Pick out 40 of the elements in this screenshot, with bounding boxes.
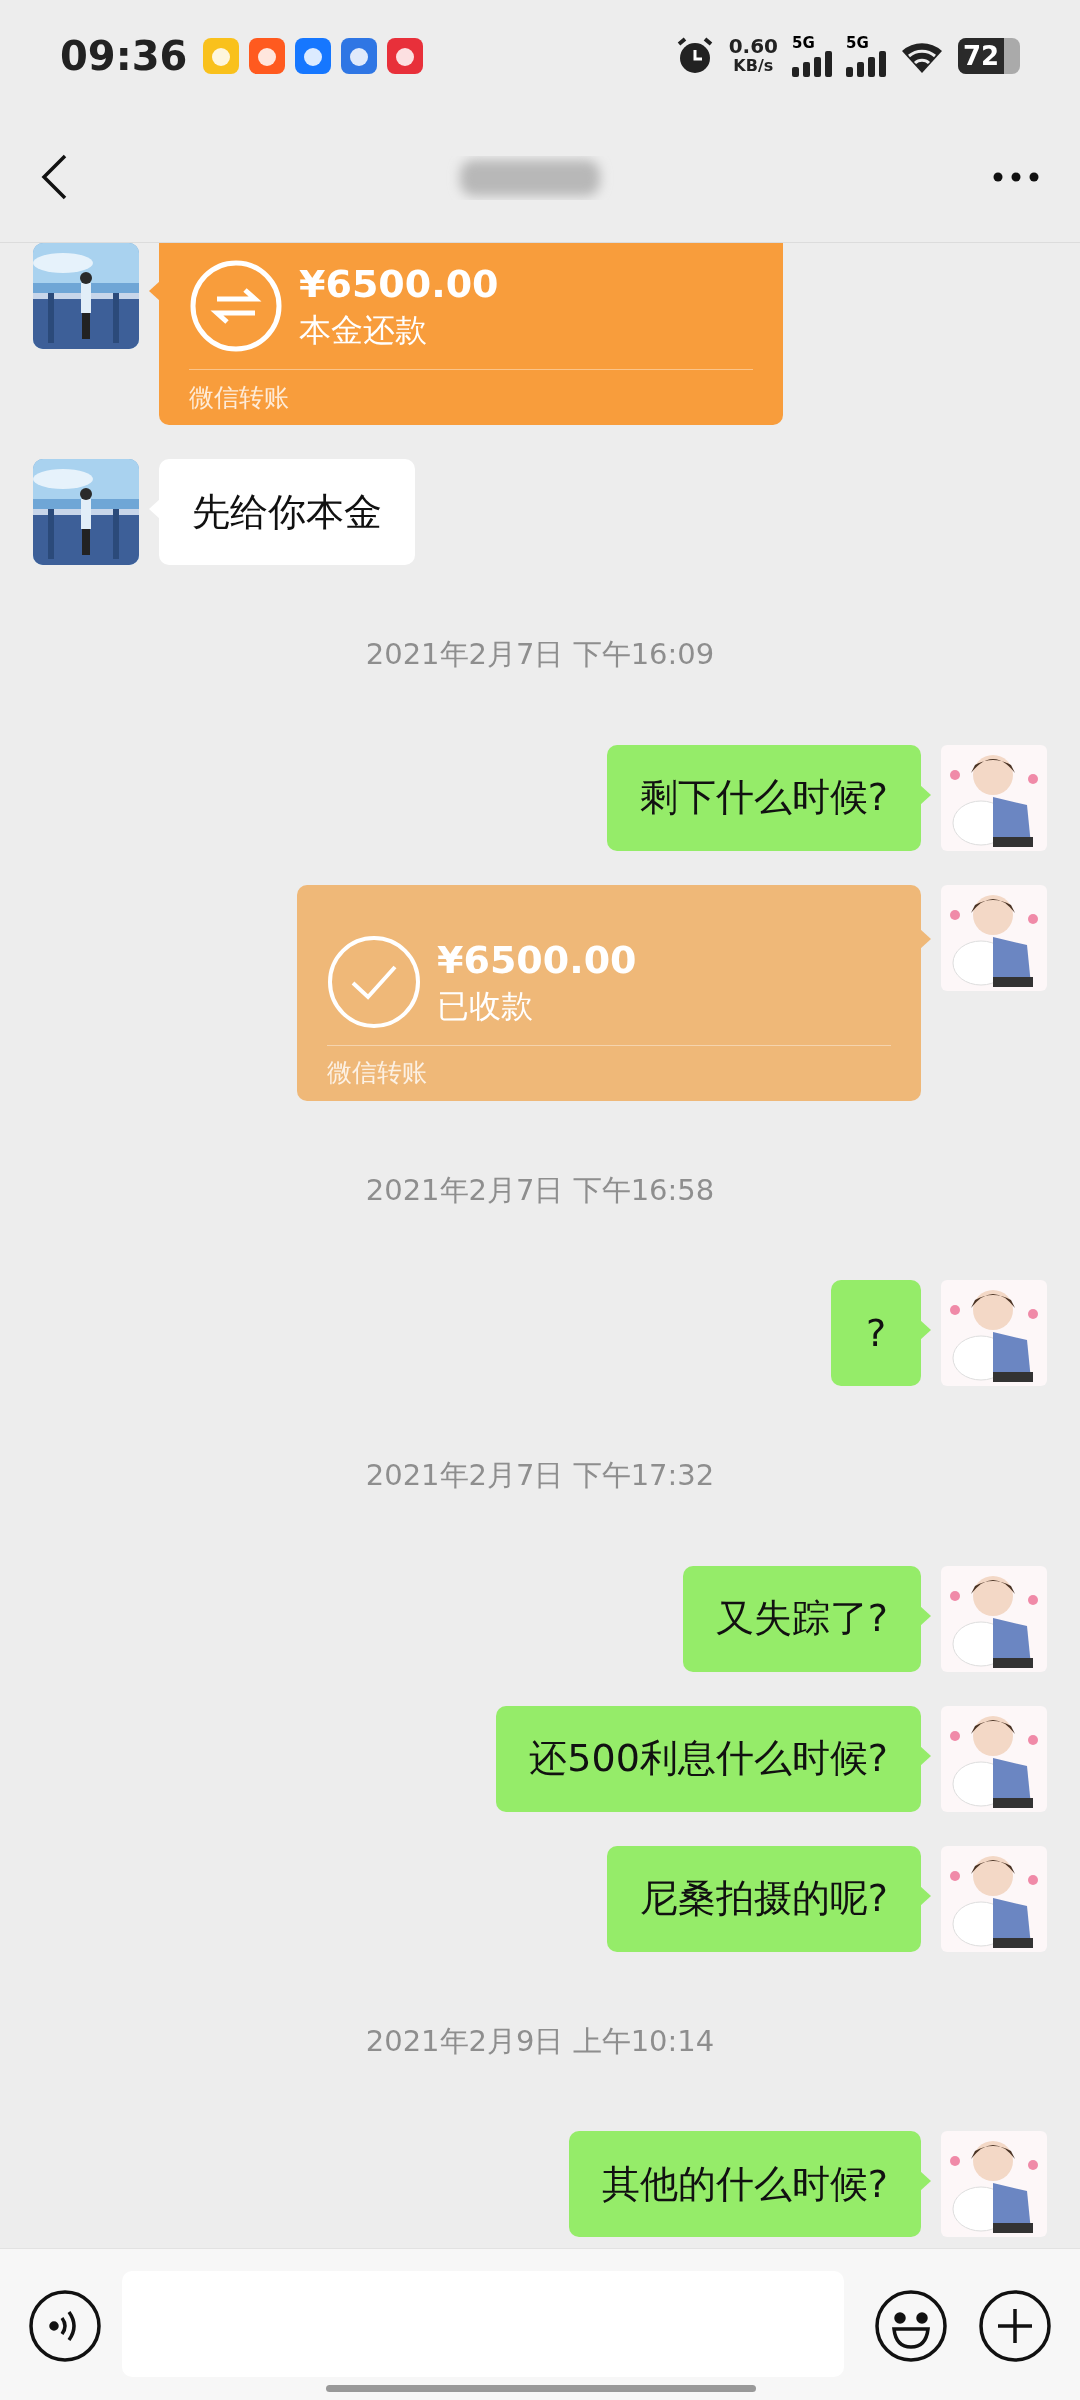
timestamp: 2021年2月7日 下午17:32 xyxy=(365,1457,715,1494)
timestamp: 2021年2月7日 下午16:09 xyxy=(365,636,715,673)
transfer-arrows-icon xyxy=(189,259,283,353)
more-icon[interactable] xyxy=(992,171,1040,183)
network-speed: 0.60 xyxy=(728,36,778,56)
network-type: 5G xyxy=(846,35,869,51)
app-icon xyxy=(249,38,286,74)
network-type: 5G xyxy=(792,35,815,51)
signal-icon xyxy=(846,51,886,77)
emoji-icon[interactable] xyxy=(874,2289,948,2363)
message-bubble: 剩下什么时候? xyxy=(606,744,921,851)
transfer-amount: ¥6500.00 xyxy=(299,261,499,308)
message-bubble: 其他的什么时候? xyxy=(568,2131,921,2237)
transfer-label: 微信转账 xyxy=(327,1057,427,1090)
timestamp: 2021年2月7日 下午16:58 xyxy=(365,1171,715,1209)
check-icon xyxy=(327,934,421,1029)
plus-icon[interactable] xyxy=(978,2289,1052,2363)
transfer-label: 微信转账 xyxy=(189,381,289,414)
app-icon xyxy=(203,38,240,74)
back-icon[interactable] xyxy=(40,153,68,201)
message-bubble: ? xyxy=(831,1280,921,1386)
message-bubble: 尼桑拍摄的呢? xyxy=(606,1845,921,1952)
voice-icon[interactable] xyxy=(28,2289,102,2363)
transfer-note: 已收款 xyxy=(437,985,534,1027)
battery-indicator: 72 xyxy=(958,38,1020,74)
message-bubble: 先给你本金 xyxy=(159,459,415,565)
timestamp: 2021年2月9日 上午10:14 xyxy=(365,2022,715,2060)
signal-icon xyxy=(792,51,832,77)
transfer-card[interactable]: ¥6500.00 已收款 微信转账 xyxy=(297,884,921,1101)
status-time: 09:36 xyxy=(60,32,188,81)
app-icon xyxy=(295,38,332,74)
message-bubble: 又失踪了? xyxy=(682,1565,921,1672)
transfer-amount: ¥6500.00 xyxy=(437,936,637,984)
transfer-card[interactable]: ¥6500.00 本金还款 微信转账 xyxy=(159,243,783,425)
app-icon xyxy=(387,38,424,74)
network-speed-unit: KB/s xyxy=(733,56,774,76)
bubble-tail xyxy=(149,281,160,301)
message-bubble: 还500利息什么时候? xyxy=(496,1705,921,1812)
transfer-note: 本金还款 xyxy=(299,310,428,351)
app-icon xyxy=(341,38,378,74)
